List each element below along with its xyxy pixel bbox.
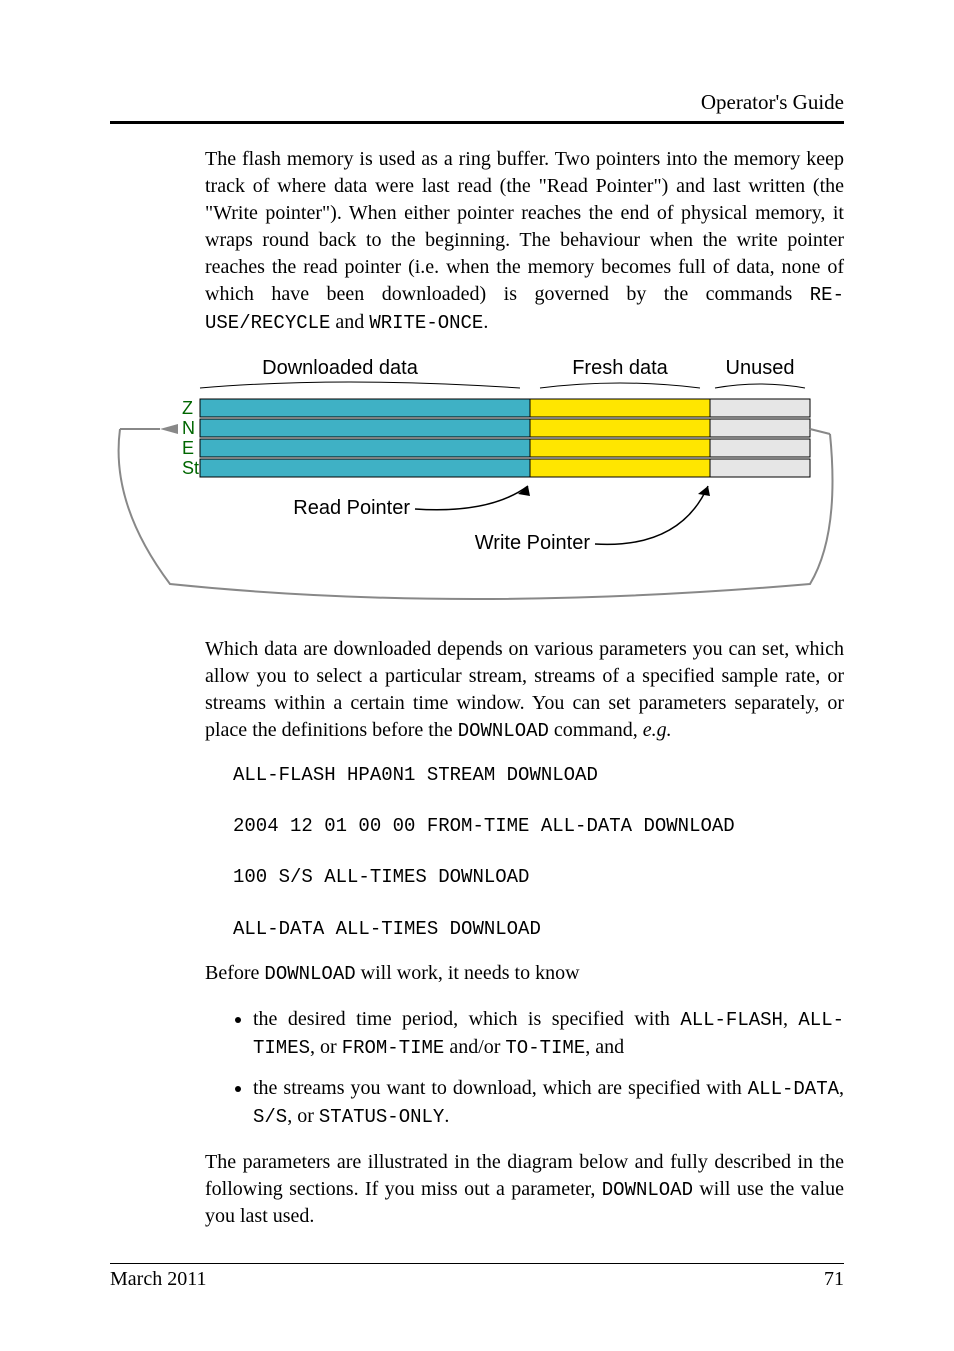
text: The flash memory is used as a ring buffe… [205, 148, 844, 305]
text: Before [205, 962, 264, 984]
cmd-from-time: FROM-TIME [342, 1037, 445, 1059]
cmd-s-s: S/S [253, 1106, 287, 1128]
code-line: 100 S/S ALL-TIMES DOWNLOAD [233, 866, 529, 888]
cmd-write-once: WRITE-ONCE [369, 312, 483, 334]
text: command, [549, 719, 643, 741]
code-line: ALL-DATA ALL-TIMES DOWNLOAD [233, 918, 541, 940]
footer-page-number: 71 [824, 1268, 844, 1291]
bullet-streams: the streams you want to download, which … [253, 1075, 844, 1130]
text: the desired time period, which is specif… [253, 1008, 680, 1030]
label-write-pointer: Write Pointer [475, 532, 591, 554]
footer-date: March 2011 [110, 1268, 206, 1291]
text-eg: e.g. [643, 719, 672, 741]
text: the streams you want to download, which … [253, 1077, 748, 1099]
text: , [839, 1077, 844, 1099]
text: , or [310, 1036, 342, 1058]
paragraph-download-needs: Before DOWNLOAD will work, it needs to k… [205, 960, 844, 988]
label-read-pointer: Read Pointer [293, 497, 410, 519]
cmd-download: DOWNLOAD [458, 720, 549, 742]
code-line: ALL-FLASH HPA0N1 STREAM DOWNLOAD [233, 764, 598, 786]
text: , and [585, 1036, 624, 1058]
label-unused: Unused [726, 357, 795, 379]
text: , [783, 1008, 798, 1030]
text: . [483, 311, 488, 333]
bullet-list: the desired time period, which is specif… [205, 1006, 844, 1131]
row-label-n: N [182, 418, 195, 438]
text: and [330, 311, 369, 333]
ring-buffer-diagram: Downloaded data Fresh data Unused Z N [110, 354, 844, 614]
cmd-all-flash: ALL-FLASH [680, 1009, 783, 1031]
row-label-z: Z [182, 398, 193, 418]
row-label-e: E [182, 438, 194, 458]
cmd-download: DOWNLOAD [602, 1179, 693, 1201]
footer-rule [110, 1263, 844, 1264]
header-rule [110, 121, 844, 124]
label-downloaded: Downloaded data [262, 357, 419, 379]
text: will work, it needs to know [356, 962, 580, 984]
code-examples: ALL-FLASH HPA0N1 STREAM DOWNLOAD 2004 12… [233, 763, 844, 942]
bullet-time-period: the desired time period, which is specif… [253, 1006, 844, 1061]
code-line: 2004 12 01 00 00 FROM-TIME ALL-DATA DOWN… [233, 815, 735, 837]
text: and/or [444, 1036, 505, 1058]
cmd-download: DOWNLOAD [264, 963, 355, 985]
cmd-to-time: TO-TIME [505, 1037, 585, 1059]
cmd-all-data: ALL-DATA [748, 1078, 839, 1100]
text: . [444, 1105, 449, 1127]
cmd-status-only: STATUS-ONLY [319, 1106, 444, 1128]
paragraph-download-params: Which data are downloaded depends on var… [205, 636, 844, 745]
content-column: The flash memory is used as a ring buffe… [205, 146, 844, 1230]
text: , or [287, 1105, 319, 1127]
header-title: Operator's Guide [110, 90, 844, 115]
paragraph-params-illustrated: The parameters are illustrated in the di… [205, 1149, 844, 1231]
paragraph-ring-buffer: The flash memory is used as a ring buffe… [205, 146, 844, 336]
page: Operator's Guide The flash memory is use… [0, 0, 954, 1351]
footer: March 2011 71 [110, 1263, 844, 1291]
label-fresh: Fresh data [572, 357, 668, 379]
